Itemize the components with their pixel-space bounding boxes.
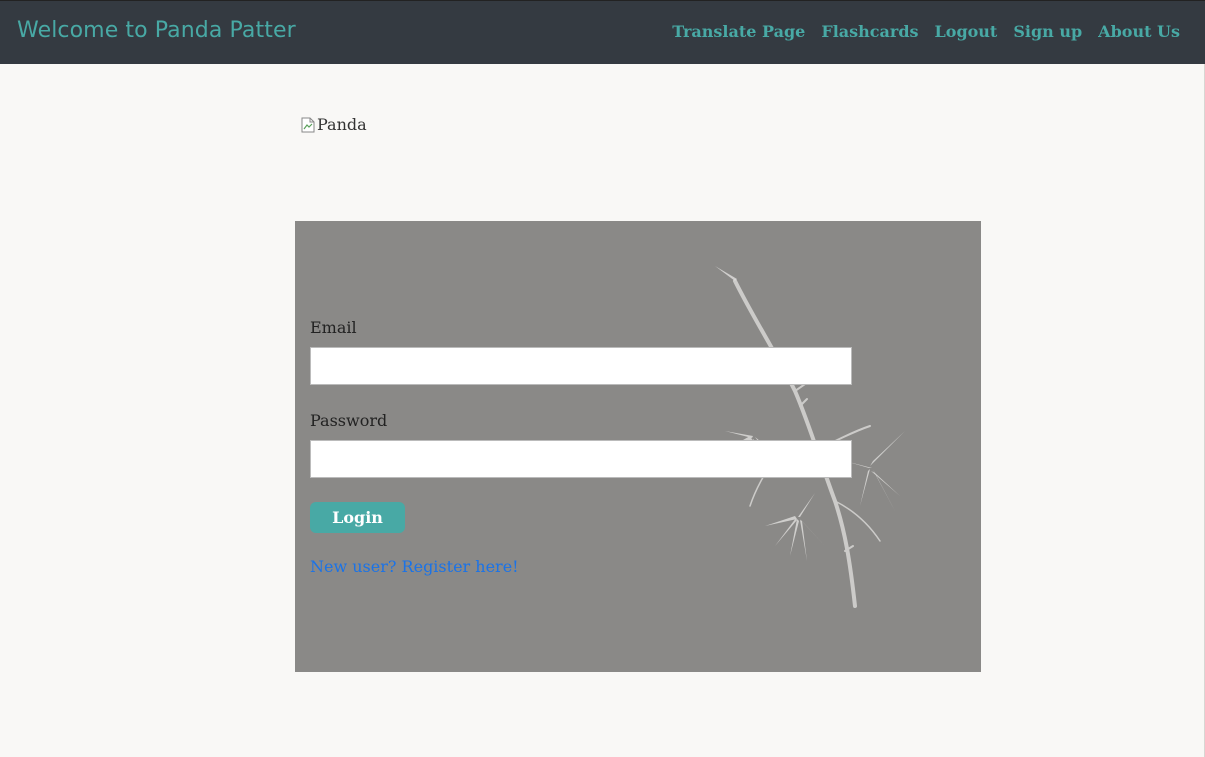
panda-image-alt: Panda — [317, 115, 367, 134]
nav-links: Translate Page Flashcards Logout Sign up… — [672, 22, 1180, 41]
register-link[interactable]: New user? Register here! — [310, 557, 852, 576]
navbar: Welcome to Panda Patter Translate Page F… — [0, 0, 1205, 64]
panda-image: Panda — [301, 115, 367, 134]
page: Welcome to Panda Patter Translate Page F… — [0, 0, 1205, 757]
brand-title[interactable]: Welcome to Panda Patter — [17, 18, 296, 43]
broken-image-icon — [301, 117, 315, 133]
email-field[interactable] — [310, 347, 852, 385]
password-field[interactable] — [310, 440, 852, 478]
email-label: Email — [310, 318, 357, 337]
login-form: Email Password Login New user? Register … — [310, 318, 852, 576]
login-card: Email Password Login New user? Register … — [295, 221, 981, 672]
nav-link-flashcards[interactable]: Flashcards — [821, 22, 918, 41]
nav-link-sign-up[interactable]: Sign up — [1013, 22, 1082, 41]
nav-link-logout[interactable]: Logout — [935, 22, 998, 41]
login-button[interactable]: Login — [310, 502, 405, 533]
nav-link-translate-page[interactable]: Translate Page — [672, 22, 805, 41]
password-label: Password — [310, 411, 388, 430]
nav-link-about-us[interactable]: About Us — [1098, 22, 1180, 41]
